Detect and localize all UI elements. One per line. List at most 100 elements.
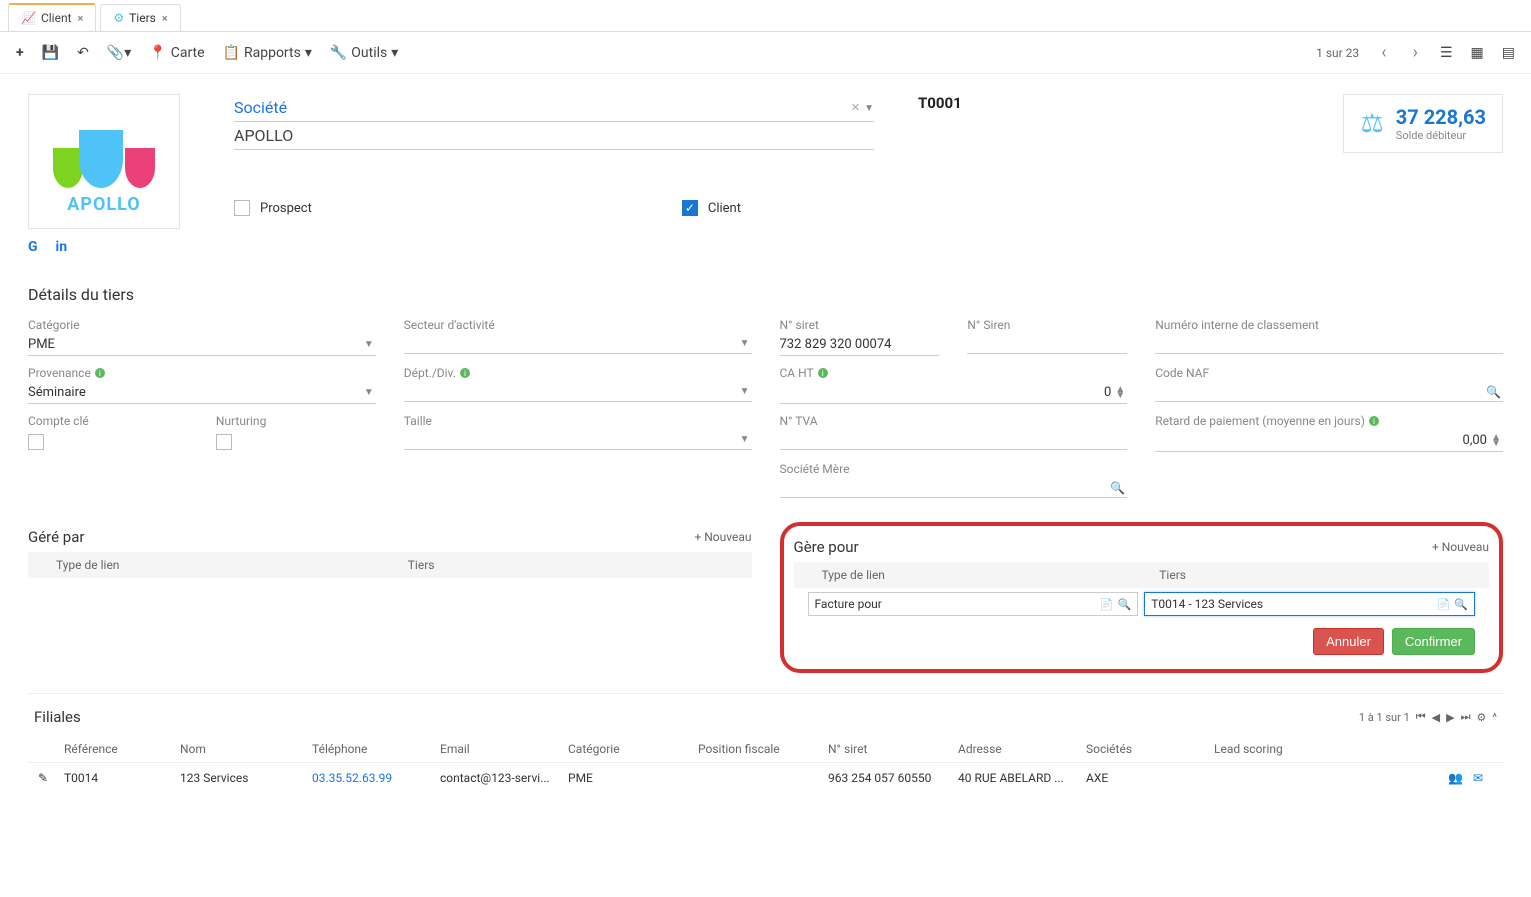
google-icon[interactable]: G (28, 239, 38, 255)
secteur-label: Secteur d'activité (404, 318, 752, 332)
client-checkbox[interactable]: ✓ (682, 200, 698, 216)
last-page-icon[interactable]: ⏭ (1461, 710, 1471, 724)
info-icon[interactable]: i (460, 368, 470, 378)
tab-client[interactable]: 📈 Client × (8, 3, 96, 31)
cell-cat: PME (568, 771, 698, 785)
cell-tel[interactable]: 03.35.52.63.99 (312, 771, 440, 785)
tab-tiers[interactable]: ⚙ Tiers × (100, 4, 180, 31)
taille-select[interactable]: ▼ (404, 430, 752, 450)
carte-button[interactable]: 📍Carte (149, 45, 204, 61)
cancel-button[interactable]: Annuler (1313, 628, 1384, 655)
mail-icon[interactable]: ✉ (1473, 771, 1483, 785)
first-page-icon[interactable]: ⏮ (1416, 710, 1426, 724)
codenaf-input[interactable]: 🔍 (1155, 382, 1503, 402)
tab-label: Tiers (129, 11, 156, 25)
tva-label: N° TVA (780, 414, 1128, 428)
open-icon[interactable]: 📄 (1100, 598, 1114, 611)
chevron-down-icon[interactable]: ▼ (864, 103, 874, 114)
record-code: T0001 (918, 94, 962, 112)
detail-view-button[interactable]: ▤ (1502, 45, 1515, 61)
col-ref[interactable]: Référence (64, 742, 180, 756)
table-row[interactable]: ✎ T0014 123 Services 03.35.52.63.99 cont… (28, 763, 1503, 793)
next-page-icon[interactable]: ▶ (1446, 711, 1454, 724)
info-icon[interactable]: i (1369, 416, 1379, 426)
filiales-pager: 1 à 1 sur 1 (1359, 711, 1410, 724)
gere-pour-new-button[interactable]: + Nouveau (1432, 540, 1489, 554)
clear-icon[interactable]: ✕ (851, 101, 860, 114)
numinterne-input[interactable] (1155, 334, 1503, 354)
list-view-button[interactable]: ☰ (1440, 45, 1453, 61)
collapse-icon[interactable]: ^ (1492, 711, 1497, 724)
spinner-icon[interactable]: ▲▼ (1115, 387, 1125, 399)
prospect-checkbox[interactable] (234, 200, 250, 216)
col-siret[interactable]: N° siret (828, 742, 958, 756)
societe-mere-label: Société Mère (780, 462, 1128, 476)
prev-button[interactable]: ‹ (1377, 42, 1390, 63)
tva-input[interactable] (780, 430, 1128, 450)
client-label: Client (708, 201, 741, 216)
balance-box[interactable]: ⚖ 37 228,63 Solde débiteur (1343, 94, 1503, 153)
societe-mere-input[interactable]: 🔍 (780, 478, 1128, 498)
numinterne-label: Numéro interne de classement (1155, 318, 1503, 332)
edit-icon[interactable]: ✎ (38, 771, 48, 785)
col-email[interactable]: Email (440, 742, 568, 756)
search-icon[interactable]: 🔍 (1486, 385, 1501, 399)
retard-input[interactable]: 0,00▲▼ (1155, 430, 1503, 452)
add-button[interactable]: + (16, 45, 24, 61)
dept-select[interactable]: ▼ (404, 382, 752, 402)
caht-input[interactable]: 0▲▼ (780, 382, 1128, 404)
col-cat[interactable]: Catégorie (568, 742, 698, 756)
categorie-select[interactable]: PME▼ (28, 334, 376, 356)
details-title: Détails du tiers (28, 285, 1503, 304)
compte-checkbox[interactable] (28, 434, 44, 450)
gere-pour-panel: Gère pour + Nouveau Type de lien Tiers F… (780, 522, 1504, 673)
linkedin-icon[interactable]: in (56, 239, 68, 255)
grid-view-button[interactable]: ▦ (1471, 45, 1484, 61)
siret-input[interactable]: 732 829 320 00074 (780, 334, 940, 356)
close-icon[interactable]: × (78, 12, 84, 25)
spinner-icon[interactable]: ▲▼ (1491, 435, 1501, 447)
open-icon[interactable]: 📄 (1437, 598, 1451, 611)
next-button[interactable]: › (1409, 42, 1422, 63)
search-icon[interactable]: 🔍 (1454, 598, 1468, 611)
col-soc[interactable]: Sociétés (1086, 742, 1214, 756)
col-adr[interactable]: Adresse (958, 742, 1086, 756)
gear-icon[interactable]: ⚙ (1477, 711, 1487, 724)
confirm-button[interactable]: Confirmer (1392, 628, 1475, 655)
chevron-down-icon: ▼ (364, 387, 374, 398)
gere-par-new-button[interactable]: + Nouveau (694, 530, 751, 544)
save-button[interactable]: 💾 (42, 45, 59, 61)
search-icon[interactable]: 🔍 (1118, 598, 1132, 611)
search-icon[interactable]: 🔍 (1110, 481, 1125, 495)
chevron-down-icon: ▼ (364, 339, 374, 350)
balance-label: Solde débiteur (1396, 129, 1486, 142)
prev-page-icon[interactable]: ◀ (1432, 711, 1440, 724)
logo[interactable]: APOLLO (28, 94, 180, 229)
col-tel[interactable]: Téléphone (312, 742, 440, 756)
taille-label: Taille (404, 414, 752, 428)
col-lead[interactable]: Lead scoring (1214, 742, 1443, 756)
secteur-select[interactable]: ▼ (404, 334, 752, 354)
tiers-input[interactable]: T0014 - 123 Services 📄🔍 (1144, 592, 1475, 616)
societe-link[interactable]: Société (234, 98, 287, 117)
chart-icon: 📈 (21, 11, 36, 25)
outils-button[interactable]: 🔧Outils ▾ (330, 45, 398, 61)
chevron-down-icon: ▼ (740, 434, 750, 445)
attach-button[interactable]: 📎▾ (107, 45, 131, 61)
retard-label: Retard de paiement (moyenne en jours)i (1155, 414, 1503, 428)
info-icon[interactable]: i (95, 368, 105, 378)
info-icon[interactable]: i (818, 368, 828, 378)
siren-input[interactable] (967, 334, 1127, 354)
company-name[interactable]: APOLLO (234, 126, 293, 145)
users-icon[interactable]: 👥 (1448, 771, 1463, 785)
col-pos[interactable]: Position fiscale (698, 742, 828, 756)
nurturing-checkbox[interactable] (216, 434, 232, 450)
tabs-bar: 📈 Client × ⚙ Tiers × (0, 0, 1531, 32)
close-icon[interactable]: × (162, 12, 168, 25)
type-lien-input[interactable]: Facture pour 📄🔍 (808, 592, 1139, 616)
undo-button[interactable]: ↶ (77, 45, 89, 61)
col-nom[interactable]: Nom (180, 742, 312, 756)
provenance-select[interactable]: Séminaire▼ (28, 382, 376, 404)
rapports-button[interactable]: 📋Rapports ▾ (223, 45, 312, 61)
record-header: APOLLO G in Société ✕▼ APOLLO Prospect (28, 94, 1503, 255)
